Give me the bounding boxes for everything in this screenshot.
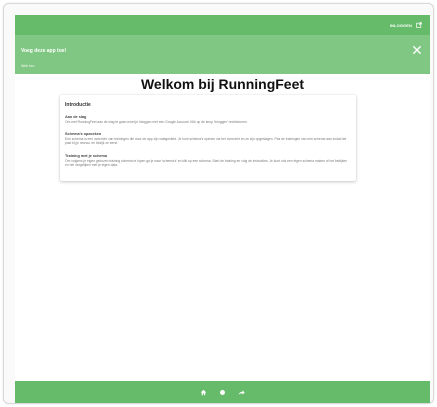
section-find-schedules: Schema's opzoeken Een schema is een over… bbox=[65, 132, 351, 146]
section-body: Een schema is een overzicht van training… bbox=[65, 137, 347, 146]
share-arrow-icon[interactable] bbox=[238, 388, 246, 396]
signin-button[interactable]: INLOGGEN bbox=[390, 22, 422, 28]
install-app-banner: Voeg deze app toe! Web bro.. bbox=[15, 35, 430, 74]
intro-card-title: Introductie bbox=[65, 102, 91, 108]
bottom-navigation bbox=[15, 381, 430, 403]
external-link-icon bbox=[416, 22, 422, 28]
section-body: Om volgens je eigen gekozen training sch… bbox=[65, 159, 348, 168]
install-banner-subtitle: Web bro.. bbox=[21, 64, 37, 68]
section-getting-started: Aan de slag Om met RunningFeet aan de sl… bbox=[65, 115, 351, 124]
page-title: Welkom bij RunningFeet bbox=[140, 76, 305, 92]
close-icon[interactable] bbox=[413, 46, 423, 56]
intro-card: Introductie Aan de slag Om met RunningFe… bbox=[60, 95, 356, 181]
section-train-with-schedule: Training met je schema Om volgens je eig… bbox=[65, 154, 351, 168]
section-body: Om met RunningFeet aan de slag te gaan m… bbox=[65, 120, 248, 124]
app-frame: INLOGGEN Voeg deze app toe! Web bro.. We… bbox=[3, 3, 434, 404]
top-app-bar: INLOGGEN bbox=[15, 15, 430, 35]
home-icon[interactable] bbox=[200, 388, 208, 396]
app-window: INLOGGEN Voeg deze app toe! Web bro.. We… bbox=[15, 15, 430, 403]
circle-icon[interactable] bbox=[219, 388, 227, 396]
install-banner-title: Voeg deze app toe! bbox=[21, 48, 67, 54]
signin-label: INLOGGEN bbox=[389, 22, 412, 28]
